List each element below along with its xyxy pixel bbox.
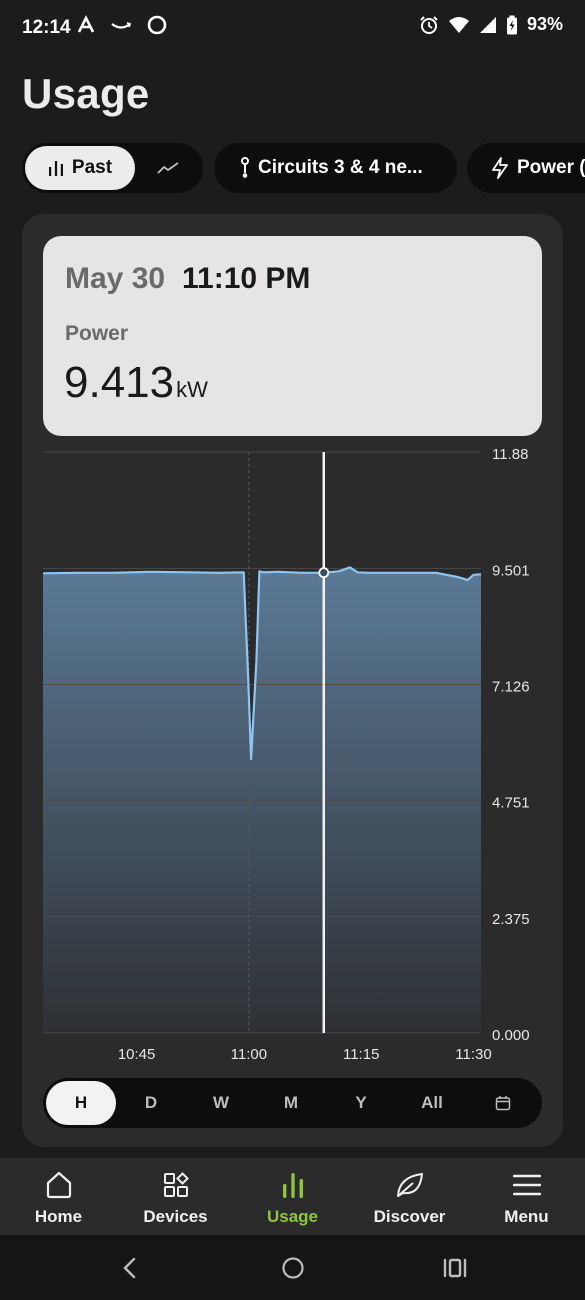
tooltip-time: 11:10 PM bbox=[182, 262, 311, 295]
range-label: D bbox=[144, 1093, 158, 1112]
lightning-icon bbox=[492, 157, 508, 179]
system-recents-button[interactable] bbox=[440, 1253, 470, 1283]
range-label: H bbox=[74, 1093, 88, 1112]
home-icon bbox=[46, 1171, 71, 1199]
circuit-label: Circuits 3 & 4 ne... bbox=[258, 157, 423, 178]
recents-icon bbox=[443, 1258, 467, 1278]
circuit-icon bbox=[241, 157, 249, 178]
a-notification-icon bbox=[77, 15, 95, 33]
range-label: Y bbox=[355, 1093, 367, 1112]
nav-discover[interactable]: Discover bbox=[351, 1158, 468, 1235]
menu-icon bbox=[512, 1174, 541, 1196]
circuit-selector[interactable]: Circuits 3 & 4 ne... bbox=[214, 143, 457, 193]
trend-mode-button[interactable] bbox=[150, 156, 186, 180]
metric-selector[interactable]: Power ( bbox=[467, 143, 585, 193]
tooltip-value-row: 9.413kW bbox=[64, 358, 208, 408]
chart-tooltip: May 30 11:10 PM Power 9.413kW bbox=[43, 236, 542, 436]
cell-signal-icon bbox=[479, 16, 496, 33]
nav-menu[interactable]: Menu bbox=[468, 1158, 585, 1235]
devices-icon bbox=[163, 1172, 189, 1197]
alarm-icon bbox=[420, 15, 438, 34]
range-all-button[interactable]: All bbox=[396, 1078, 468, 1128]
nav-discover-label: Discover bbox=[373, 1207, 446, 1226]
page-title: Usage bbox=[22, 70, 150, 117]
wifi-icon bbox=[448, 16, 469, 33]
range-year-button[interactable]: Y bbox=[326, 1078, 396, 1128]
usage-bars-icon bbox=[282, 1173, 303, 1198]
nav-home-label: Home bbox=[34, 1207, 83, 1226]
nav-usage[interactable]: Usage bbox=[234, 1158, 351, 1235]
range-label: M bbox=[283, 1093, 299, 1112]
range-calendar-button[interactable] bbox=[468, 1078, 538, 1128]
amazon-smile-icon bbox=[111, 22, 132, 29]
tooltip-date: May 30 bbox=[65, 262, 166, 295]
home-circle-icon bbox=[282, 1257, 304, 1279]
time-range-selector: H D W M Y All bbox=[43, 1078, 542, 1128]
past-mode-label: Past bbox=[71, 157, 113, 178]
status-bar: 12:14 93% bbox=[0, 0, 585, 56]
leaf-icon bbox=[396, 1173, 423, 1197]
metric-label: Power ( bbox=[517, 157, 585, 178]
system-navigation-bar bbox=[0, 1235, 585, 1300]
system-home-button[interactable] bbox=[278, 1253, 308, 1283]
range-label: All bbox=[421, 1093, 443, 1112]
bottom-navigation: Home Devices Usage Discover Menu bbox=[0, 1158, 585, 1235]
calendar-icon bbox=[495, 1096, 511, 1111]
range-day-button[interactable]: D bbox=[116, 1078, 186, 1128]
nav-devices[interactable]: Devices bbox=[117, 1158, 234, 1235]
nav-devices-label: Devices bbox=[143, 1207, 208, 1226]
bar-chart-icon bbox=[48, 161, 63, 176]
range-week-button[interactable]: W bbox=[186, 1078, 256, 1128]
range-month-button[interactable]: M bbox=[256, 1078, 326, 1128]
nav-usage-label: Usage bbox=[266, 1207, 319, 1226]
range-hour-button[interactable]: H bbox=[46, 1081, 116, 1125]
battery-percent: 93% bbox=[526, 14, 563, 34]
system-back-button[interactable] bbox=[115, 1253, 145, 1283]
tooltip-value: 9.413 bbox=[64, 358, 175, 407]
status-system-icons: 93% bbox=[419, 14, 563, 35]
range-label: W bbox=[212, 1093, 230, 1112]
back-icon bbox=[123, 1257, 136, 1279]
trend-line-icon bbox=[157, 162, 179, 174]
status-notification-icons bbox=[76, 14, 168, 36]
nav-home[interactable]: Home bbox=[0, 1158, 117, 1235]
view-mode-toggle: Past bbox=[22, 143, 203, 193]
tooltip-unit: kW bbox=[176, 377, 208, 402]
status-time: 12:14 bbox=[22, 17, 71, 38]
tooltip-metric: Power bbox=[65, 322, 129, 345]
circle-app-icon bbox=[147, 15, 167, 35]
past-mode-button[interactable]: Past bbox=[25, 146, 135, 190]
filter-chips: Past Circuits 3 & 4 ne... Power ( bbox=[22, 143, 585, 193]
battery-icon bbox=[506, 15, 517, 34]
nav-menu-label: Menu bbox=[504, 1207, 549, 1226]
usage-screen: 12:14 93% Usage Past Circuits 3 & 4 ne..… bbox=[0, 0, 585, 1300]
